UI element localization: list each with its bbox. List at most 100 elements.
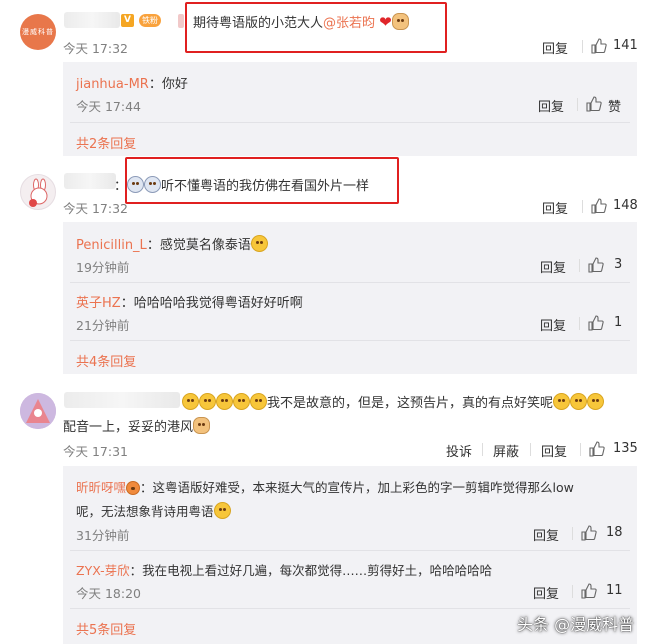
badge-emoji-icon xyxy=(126,481,141,495)
laugh-cry-emoji-icon xyxy=(233,393,250,410)
avatar[interactable] xyxy=(20,393,56,429)
like-count: 148 xyxy=(613,198,638,213)
like-count: 1 xyxy=(614,315,623,330)
watermark: 头条 @漫威科普 xyxy=(517,615,635,634)
like-count: 11 xyxy=(606,583,623,598)
reply-text-line2: 呢，无法想象背诗用粤语 xyxy=(76,501,231,520)
reply-button[interactable]: 回复 xyxy=(542,198,568,217)
divider xyxy=(482,443,483,456)
divider xyxy=(579,317,580,330)
reply-time: 今天 17:44 xyxy=(76,99,141,114)
like-count: 3 xyxy=(614,257,623,272)
divider xyxy=(70,608,630,609)
laugh-cry-emoji-icon xyxy=(199,393,216,410)
divider xyxy=(70,122,630,123)
reply-button[interactable]: 回复 xyxy=(533,525,559,544)
divider xyxy=(572,527,573,540)
report-button[interactable]: 投诉 xyxy=(446,441,472,460)
comment-text: 我不是故意的，但是，这预告片，真的有点好笑呢 xyxy=(182,392,605,411)
comment-text-line2: 配音一上，妥妥的港风 xyxy=(63,416,211,435)
comment-text: ：听不懂粤语的我仿佛在看国外片一样 xyxy=(114,175,369,194)
laugh-cry-emoji-icon xyxy=(216,393,233,410)
laugh-cry-emoji-icon xyxy=(250,393,267,410)
mark xyxy=(178,14,184,28)
like-count: 141 xyxy=(613,38,638,53)
laugh-cry-emoji-icon xyxy=(250,235,268,252)
reply-item: Penicillin_L：感觉莫名像泰语 xyxy=(76,234,268,253)
heart-icon: ❤ xyxy=(379,13,392,31)
block-button[interactable]: 屏蔽 xyxy=(493,441,519,460)
reply-text: ：这粤语版好难受，本来挺大气的宣传片，加上彩色的字一剪辑咋觉得那么low xyxy=(140,480,574,495)
thumb-up-icon[interactable] xyxy=(591,198,607,214)
reply-button[interactable]: 回复 xyxy=(542,38,568,57)
reply-time: 31分钟前 xyxy=(76,528,130,543)
avatar-logo-text: 漫威科普 xyxy=(22,28,54,36)
thumb-up-icon[interactable] xyxy=(581,525,597,541)
thumb-up-icon[interactable] xyxy=(589,441,605,457)
reply-item: ZYX-芽欣：我在电视上看过好几遍，每次都觉得……剪得好土，哈哈哈哈哈 xyxy=(76,560,492,579)
reply-item: 英子HZ：哈哈哈哈我觉得粤语好好听啊 xyxy=(76,292,303,311)
like-label: 赞 xyxy=(608,100,622,115)
mention-link[interactable]: @张若昀 xyxy=(323,16,375,31)
username-redacted[interactable] xyxy=(64,392,180,408)
divider xyxy=(70,282,630,283)
laugh-cry-emoji-icon xyxy=(570,393,588,410)
fan-badge: 铁粉 xyxy=(139,14,161,27)
reply-button[interactable]: 回复 xyxy=(540,257,566,276)
thumb-up-icon[interactable] xyxy=(591,38,607,54)
laugh-cry-emoji-icon xyxy=(213,502,231,519)
more-replies-link[interactable]: 共5条回复 xyxy=(76,619,136,638)
cartoon-avatar-icon xyxy=(20,393,56,429)
avatar[interactable]: 漫威科普 xyxy=(20,14,56,50)
dog-emoji-icon xyxy=(193,417,211,434)
reply-username[interactable]: jianhua-MR xyxy=(76,77,149,92)
eyes-emoji-icon xyxy=(127,176,145,193)
reply-item: jianhua-MR：你好 xyxy=(76,73,188,92)
thumb-up-icon[interactable] xyxy=(586,96,602,112)
divider xyxy=(577,98,578,111)
divider xyxy=(579,259,580,272)
more-replies-link[interactable]: 共4条回复 xyxy=(76,351,136,370)
reply-text: ：哈哈哈哈我觉得粤语好好听啊 xyxy=(120,296,303,311)
reply-text: ：感觉莫名像泰语 xyxy=(146,238,251,253)
bunny-avatar-icon xyxy=(29,178,48,207)
reply-time: 19分钟前 xyxy=(76,260,130,275)
thumb-up-icon[interactable] xyxy=(588,257,604,273)
reply-button[interactable]: 回复 xyxy=(540,315,566,334)
reply-time: 今天 18:20 xyxy=(76,586,141,601)
divider xyxy=(530,443,531,456)
reply-username[interactable]: 昕昕呀嘿 xyxy=(76,480,126,495)
more-replies-link[interactable]: 共2条回复 xyxy=(76,133,136,152)
laugh-cry-emoji-icon xyxy=(553,393,571,410)
comment-time: 今天 17:32 xyxy=(63,41,128,56)
divider xyxy=(70,340,630,341)
like-count: 135 xyxy=(613,441,638,456)
reply-username[interactable]: Penicillin_L xyxy=(76,238,147,253)
laugh-cry-emoji-icon xyxy=(182,393,199,410)
reply-button[interactable]: 回复 xyxy=(538,96,564,115)
divider xyxy=(582,200,583,213)
avatar[interactable] xyxy=(20,174,56,210)
divider xyxy=(70,550,630,551)
dog-emoji-icon xyxy=(391,13,409,30)
like-count: 18 xyxy=(606,525,623,540)
username-redacted[interactable] xyxy=(64,12,120,28)
divider xyxy=(580,443,581,456)
eyes-emoji-icon xyxy=(144,176,162,193)
reply-text: ：你好 xyxy=(148,77,188,92)
thumb-up-icon[interactable] xyxy=(588,315,604,331)
reply-text: ：我在电视上看过好几遍，每次都觉得……剪得好土，哈哈哈哈哈 xyxy=(129,563,493,578)
reply-button[interactable]: 回复 xyxy=(541,441,567,460)
thumb-up-icon[interactable] xyxy=(581,583,597,599)
reply-button[interactable]: 回复 xyxy=(533,583,559,602)
reply-item: 昕昕呀嘿 ：这粤语版好难受，本来挺大气的宣传片，加上彩色的字一剪辑咋觉得那么low xyxy=(76,477,574,496)
laugh-cry-emoji-icon xyxy=(587,393,605,410)
comment-text: 期待粤语版的小范大人@张若昀 ❤ xyxy=(193,12,409,31)
divider xyxy=(582,40,583,53)
username-redacted[interactable] xyxy=(64,173,116,189)
reply-username[interactable]: 英子HZ xyxy=(76,296,121,311)
divider xyxy=(572,585,573,598)
comment-time: 今天 17:32 xyxy=(63,201,128,216)
v-verified-icon: V xyxy=(121,14,134,27)
reply-username[interactable]: ZYX-芽欣 xyxy=(76,563,130,578)
